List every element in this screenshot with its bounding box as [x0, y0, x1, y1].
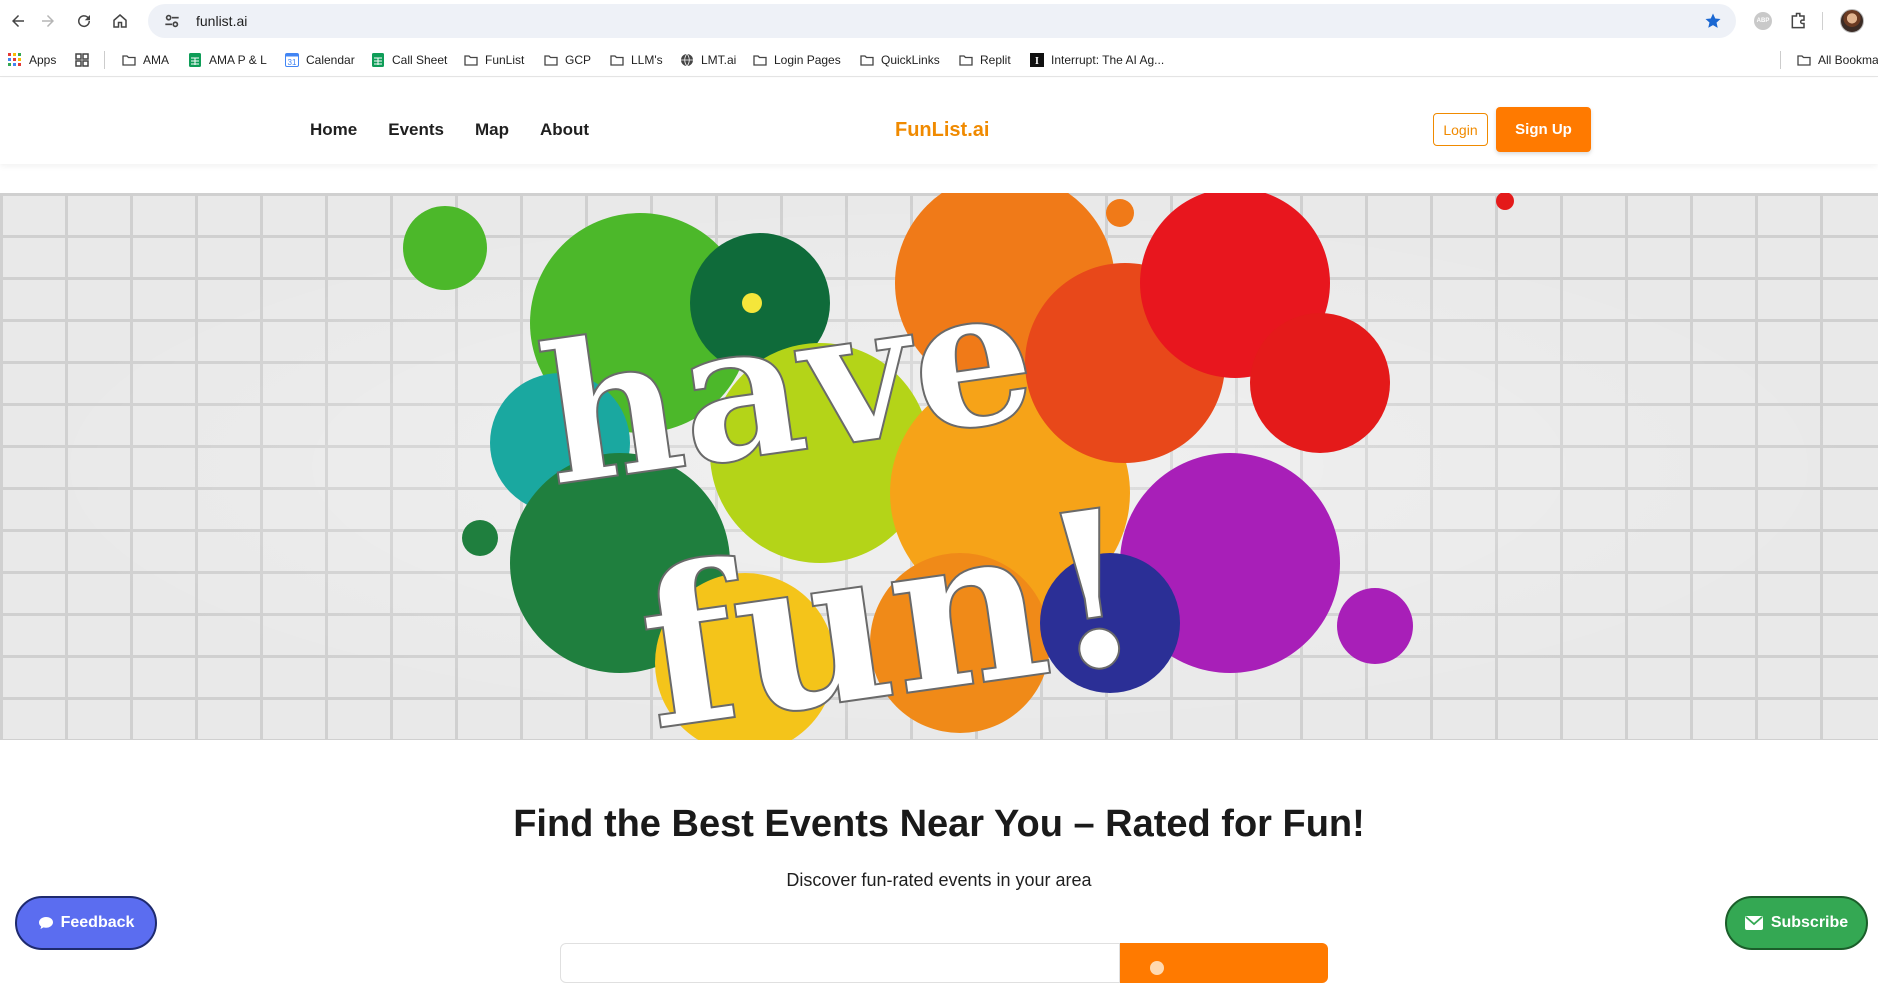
bookmark-label: AMA P & L [209, 53, 267, 67]
forward-button[interactable] [30, 3, 66, 39]
home-icon [113, 14, 127, 28]
bookmark-label: GCP [565, 53, 592, 67]
forward-arrow-icon [42, 15, 54, 27]
bookmark-label: Replit [980, 53, 1011, 67]
search-button[interactable] [1120, 943, 1328, 983]
url-text[interactable]: funlist.ai [196, 13, 247, 29]
folder-icon [959, 55, 973, 66]
paint-splash-illustration: have fun! [403, 193, 1514, 740]
bookmark-calendar[interactable]: 31 Calendar [285, 50, 355, 70]
bookmark-divider [1780, 51, 1781, 69]
bookmark-label: Call Sheet [392, 53, 448, 67]
main-nav: Home Events Map About [310, 120, 620, 140]
bookmark-all-bookmarks[interactable]: All Bookmarks [1797, 50, 1878, 70]
bookmark-divider [104, 51, 105, 69]
bookmark-star-icon[interactable] [1704, 12, 1722, 30]
bookmark-label: Login Pages [774, 53, 841, 67]
search-icon [1150, 961, 1164, 975]
hero-banner: have fun! [0, 193, 1878, 740]
profile-avatar[interactable] [1840, 9, 1864, 33]
reload-button[interactable] [66, 3, 102, 39]
apps-grid-icon [8, 53, 21, 66]
folder-icon [1797, 55, 1811, 66]
reload-icon [78, 15, 91, 28]
bookmark-label: AMA [143, 53, 170, 67]
bookmark-call-sheet[interactable]: Call Sheet [371, 50, 447, 70]
extensions-puzzle-icon[interactable] [1788, 10, 1810, 32]
bookmark-label: LMT.ai [701, 53, 737, 67]
feedback-label: Feedback [60, 914, 135, 931]
bookmark-replit[interactable]: Replit [959, 50, 1011, 70]
bookmark-gcp[interactable]: GCP [544, 50, 591, 70]
folder-icon [610, 55, 624, 66]
sheets-icon [189, 53, 201, 67]
bookmark-lmt[interactable]: LMT.ai [680, 50, 736, 70]
bookmark-label: All Bookmarks [1818, 53, 1878, 67]
page-subheadline: Discover fun-rated events in your area [786, 870, 1092, 890]
bookmark-apps[interactable]: Apps [8, 50, 56, 70]
bookmark-label: Apps [29, 53, 57, 67]
bookmarks-bar: Apps AMA AMA P & L 31 Calendar Call Shee… [0, 43, 1878, 77]
bookmark-label: FunList [485, 53, 525, 67]
home-button[interactable] [102, 3, 138, 39]
browser-toolbar: funlist.ai ABP [0, 0, 1878, 43]
bookmark-label: QuickLinks [881, 53, 940, 67]
bookmark-tab-groups[interactable] [75, 50, 96, 70]
folder-icon [464, 55, 478, 66]
feedback-button[interactable]: Feedback [15, 896, 157, 950]
sheets-icon [372, 53, 384, 67]
bookmark-label: LLM's [631, 53, 663, 67]
folder-icon [544, 55, 558, 66]
bookmark-funlist[interactable]: FunList [464, 50, 524, 70]
globe-icon [681, 53, 693, 67]
nav-about[interactable]: About [540, 120, 589, 140]
bookmark-label: Calendar [306, 53, 355, 67]
tab-groups-icon [75, 53, 89, 67]
bookmark-quicklinks[interactable]: QuickLinks [860, 50, 940, 70]
interrupt-icon: I [1030, 53, 1044, 67]
folder-icon [753, 55, 767, 66]
adblock-extension-icon[interactable]: ABP [1752, 10, 1774, 32]
calendar-icon: 31 [285, 53, 299, 67]
bookmark-ama-pl[interactable]: AMA P & L [188, 50, 267, 70]
back-arrow-icon [12, 15, 24, 27]
brand-logo[interactable]: FunList.ai [895, 119, 989, 142]
svg-text:I: I [1035, 56, 1039, 67]
nav-events[interactable]: Events [388, 120, 444, 140]
bookmark-interrupt[interactable]: I Interrupt: The AI Ag... [1030, 50, 1164, 70]
page-headline: Find the Best Events Near You – Rated fo… [513, 803, 1365, 845]
subscribe-button[interactable]: Subscribe [1725, 896, 1868, 950]
envelope-icon [1744, 916, 1763, 930]
folder-icon [122, 55, 136, 66]
site-settings-icon[interactable] [162, 11, 182, 31]
folder-icon [860, 55, 874, 66]
toolbar-divider [1822, 12, 1823, 30]
chat-bubble-icon [38, 917, 53, 929]
bookmark-label: Interrupt: The AI Ag... [1051, 53, 1165, 67]
nav-map[interactable]: Map [475, 120, 509, 140]
site-header: Home Events Map About FunList.ai Login S… [0, 78, 1878, 164]
bookmark-login-pages[interactable]: Login Pages [753, 50, 841, 70]
address-bar[interactable]: funlist.ai [148, 4, 1736, 38]
bookmark-llms[interactable]: LLM's [610, 50, 663, 70]
bookmark-ama[interactable]: AMA [122, 50, 169, 70]
search-input[interactable] [560, 943, 1120, 983]
subscribe-label: Subscribe [1770, 914, 1849, 931]
signup-button[interactable]: Sign Up [1496, 107, 1591, 152]
nav-home[interactable]: Home [310, 120, 357, 140]
svg-text:31: 31 [288, 58, 297, 67]
login-button[interactable]: Login [1433, 113, 1488, 146]
